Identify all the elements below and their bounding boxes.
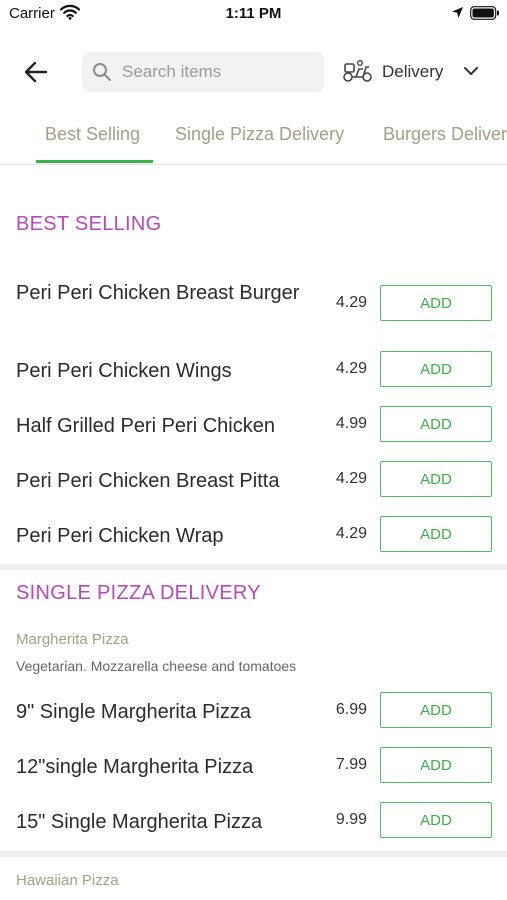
section-divider [0,564,507,570]
section-title-best-selling: BEST SELLING [16,213,162,235]
add-button[interactable]: ADD [380,692,492,728]
tab-single-pizza-delivery[interactable]: Single Pizza Delivery [175,124,344,145]
item-price: 4.29 [335,525,367,542]
subsection-title-margherita: Margherita Pizza [16,631,129,648]
add-button[interactable]: ADD [380,516,492,552]
add-button[interactable]: ADD [380,747,492,783]
location-arrow-icon [451,6,464,24]
status-bar: Carrier 1:11 PM [0,0,507,30]
delivery-label: Delivery [382,62,444,81]
tab-burgers-delivery[interactable]: Burgers Delivery [383,124,507,145]
section-divider [0,851,507,857]
active-tab-indicator [36,160,153,163]
item-name: Peri Peri Chicken Breast Burger [16,282,300,304]
delivery-mode-selector[interactable]: Delivery [342,58,492,86]
section-title-single-pizza: SINGLE PIZZA DELIVERY [16,582,261,604]
item-name: Peri Peri Chicken Breast Pitta [16,470,280,492]
add-button[interactable]: ADD [380,461,492,497]
item-price: 4.29 [335,360,367,377]
item-price: 9.99 [335,811,367,828]
item-name: 9" Single Margherita Pizza [16,701,251,723]
status-time: 1:11 PM [225,5,282,22]
item-name: 12"single Margherita Pizza [16,756,254,778]
item-price: 4.29 [335,294,367,311]
search-box[interactable] [82,52,324,92]
header: Delivery [0,44,507,100]
item-name: Peri Peri Chicken Wings [16,360,232,382]
item-name: Peri Peri Chicken Wrap [16,525,224,547]
add-button[interactable]: ADD [380,802,492,838]
item-price: 7.99 [335,756,367,773]
subsection-title-hawaiian: Hawaiian Pizza [16,872,119,889]
add-button[interactable]: ADD [380,351,492,387]
item-price: 4.99 [335,415,367,432]
scooter-icon [342,59,374,88]
chevron-down-icon [463,64,479,82]
category-tabs: Best Selling Single Pizza Delivery Burge… [0,114,507,165]
search-input[interactable] [122,52,318,92]
add-button[interactable]: ADD [380,406,492,442]
tab-best-selling[interactable]: Best Selling [45,124,140,145]
item-price: 4.29 [335,470,367,487]
back-button[interactable] [20,56,52,88]
item-price: 6.99 [335,701,367,718]
search-icon [92,62,112,87]
subsection-description: Vegetarian. Mozzarella cheese and tomato… [16,658,297,674]
item-name: 15" Single Margherita Pizza [16,811,263,833]
item-name: Half Grilled Peri Peri Chicken [16,415,275,437]
battery-icon [470,6,500,25]
add-button[interactable]: ADD [380,285,492,321]
back-arrow-icon [24,61,48,83]
